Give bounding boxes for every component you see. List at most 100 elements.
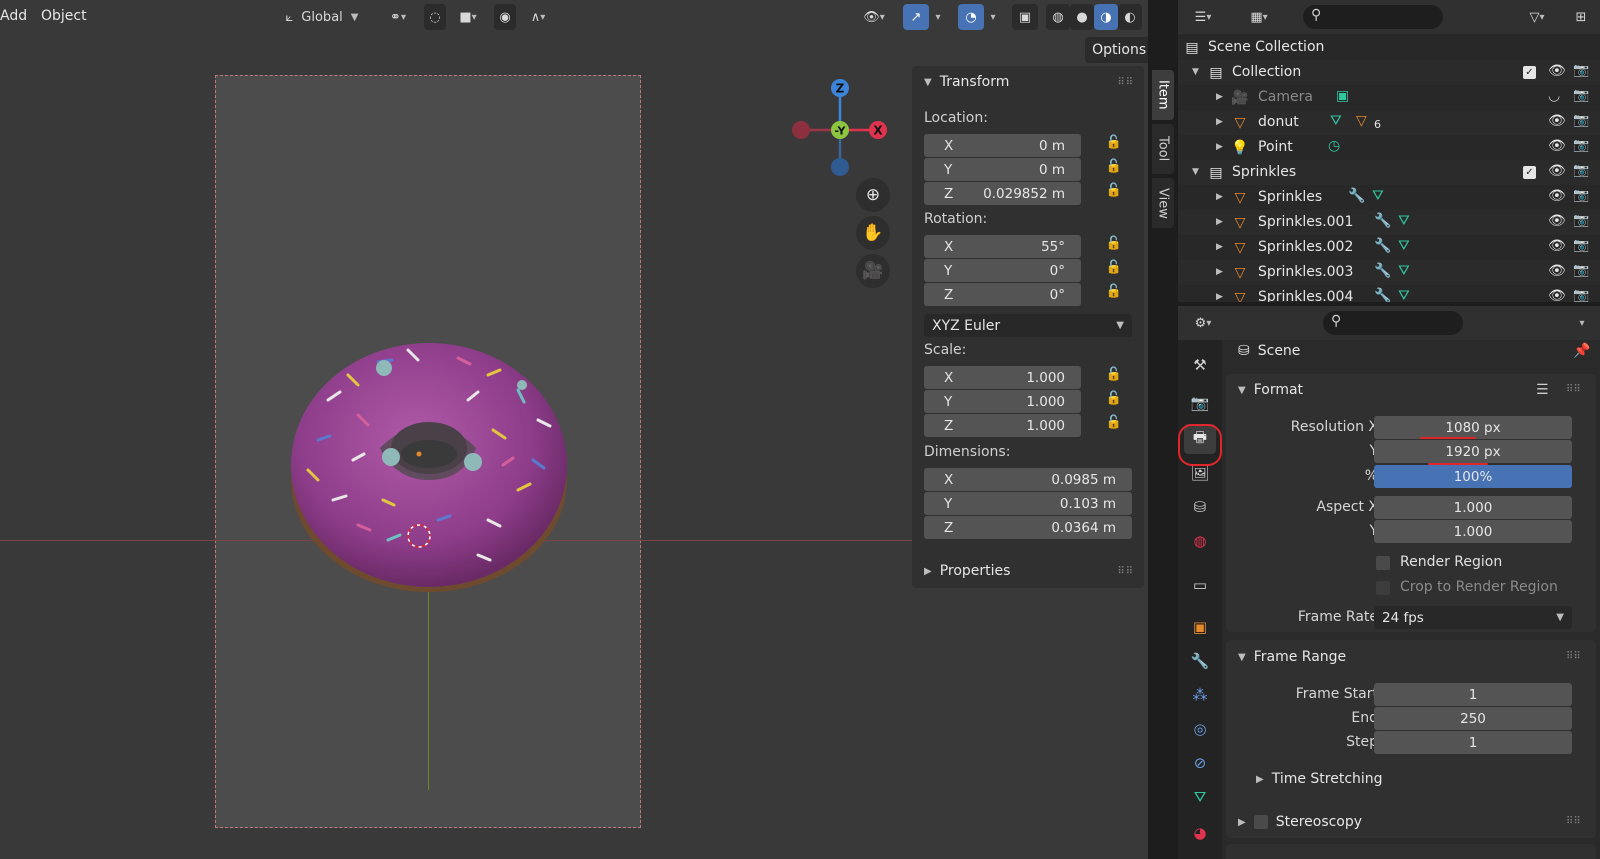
collection-tab-icon[interactable]: ▭ — [1184, 570, 1216, 600]
filter-icon[interactable]: ▽ ▾ — [1518, 4, 1556, 30]
new-collection-icon[interactable]: ⊞ — [1568, 4, 1594, 30]
resolution-x-field[interactable]: 1080 px — [1374, 416, 1572, 439]
world-tab-icon[interactable]: ◍ — [1184, 526, 1216, 556]
location-x-field[interactable]: X0 m — [924, 134, 1081, 157]
gizmo-dropdown[interactable]: ▾ — [929, 4, 947, 30]
eye-icon[interactable]: 👁 — [1548, 113, 1566, 129]
outliner-row-sprinkles-001[interactable]: ▶ ▽ Sprinkles.001 🔧 ⛛ 👁 📷 — [1178, 210, 1600, 235]
drag-grip-icon[interactable]: ⠿⠿ — [1566, 651, 1581, 662]
scale-z-field[interactable]: Z 1.000 — [924, 414, 1081, 437]
expand-icon[interactable]: ▶ — [1216, 292, 1223, 302]
lock-icon[interactable]: 🔓 — [1104, 159, 1124, 179]
lock-icon[interactable]: 🔓 — [1104, 284, 1124, 304]
lock-icon[interactable]: 🔓 — [1104, 236, 1124, 256]
rotation-mode-dropdown[interactable]: XYZ Euler ▼ — [924, 314, 1132, 337]
crop-region-checkbox[interactable] — [1376, 581, 1390, 595]
eye-icon[interactable]: 👁 — [1548, 288, 1566, 302]
scene-collection-row[interactable]: ▤ Scene Collection — [1178, 35, 1600, 60]
eye-icon[interactable]: 👁 — [1548, 213, 1566, 229]
expand-icon[interactable]: ▼ — [1192, 167, 1199, 177]
properties-search-input[interactable]: ⚲ — [1323, 311, 1463, 335]
options-dropdown[interactable]: ▾ — [1570, 310, 1594, 336]
add-menu[interactable]: Add — [0, 8, 27, 24]
camera-view-icon[interactable]: 🎥 — [856, 254, 890, 288]
lock-icon[interactable]: 🔓 — [1104, 183, 1124, 203]
object-tab-icon[interactable]: ▣ — [1184, 612, 1216, 642]
frame-start-field[interactable]: 1 — [1374, 683, 1572, 706]
solid-shading-icon[interactable]: ● — [1070, 4, 1094, 30]
material-tab-icon[interactable]: ◕ — [1184, 818, 1216, 848]
aspect-x-field[interactable]: 1.000 — [1374, 496, 1572, 519]
outliner-row-camera[interactable]: ▶ 🎥 Camera ▣ ◡ 📷 — [1178, 85, 1600, 110]
camera-render-icon[interactable]: 📷 — [1573, 188, 1589, 203]
tab-tool[interactable]: Tool — [1152, 124, 1174, 174]
tab-item[interactable]: Item — [1152, 70, 1174, 120]
stereoscopy-checkbox[interactable] — [1253, 815, 1268, 829]
transform-header[interactable]: ▼ Transform ⠿⠿ — [912, 66, 1144, 98]
options-dropdown[interactable]: Options ▼ — [1085, 37, 1148, 63]
pan-hand-icon[interactable]: ✋ — [856, 216, 890, 250]
eye-icon[interactable]: 👁 — [1548, 163, 1566, 179]
dimensions-x-field[interactable]: X 0.0985 m — [924, 468, 1132, 491]
stereoscopy-header[interactable]: ▶ Stereoscopy — [1238, 814, 1362, 830]
outliner-row-donut[interactable]: ▶ ▽ donut ⛛ ▽ 6 👁 📷 — [1178, 110, 1600, 135]
overlays-dropdown[interactable]: ▾ — [984, 4, 1002, 30]
eye-icon[interactable]: 👁 — [1548, 188, 1566, 204]
scale-y-field[interactable]: Y 1.000 — [924, 390, 1081, 413]
pin-icon[interactable]: 📌 — [1573, 343, 1590, 359]
camera-render-icon[interactable]: 📷 — [1573, 238, 1589, 253]
resolution-y-field[interactable]: 1920 px — [1374, 440, 1572, 463]
outliner-row-collection[interactable]: ▼ ▤ Collection ✓ 👁 📷 — [1178, 60, 1600, 85]
checkbox-icon[interactable]: ✓ — [1523, 66, 1536, 79]
camera-render-icon[interactable]: 📷 — [1573, 263, 1589, 278]
expand-icon[interactable]: ▶ — [1216, 92, 1223, 102]
frame-end-field[interactable]: 250 — [1374, 707, 1572, 730]
tool-tab-icon[interactable]: ⚒ — [1184, 350, 1216, 380]
camera-render-icon[interactable]: 📷 — [1573, 113, 1589, 128]
expand-icon[interactable]: ▼ — [1192, 67, 1199, 77]
gizmo-toggle-icon[interactable]: ↗ — [903, 4, 929, 30]
scale-x-field[interactable]: X 1.000 — [924, 366, 1081, 389]
expand-icon[interactable]: ▶ — [1216, 142, 1223, 152]
camera-render-icon[interactable]: 📷 — [1573, 288, 1589, 302]
rotation-x-field[interactable]: X 55° — [924, 235, 1081, 258]
expand-icon[interactable]: ▶ — [1216, 267, 1223, 277]
snap-icon[interactable]: ◌ — [424, 4, 446, 30]
location-z-field[interactable]: Z 0.029852 m — [924, 182, 1081, 205]
location-y-field[interactable]: Y0 m — [924, 158, 1081, 181]
outliner-row-sprinkles-collection[interactable]: ▼ ▤ Sprinkles ✓ 👁 📷 — [1178, 160, 1600, 185]
eye-icon[interactable]: 👁 — [1548, 138, 1566, 154]
frame-rate-dropdown[interactable]: 24 fps ▼ — [1374, 606, 1572, 629]
lock-icon[interactable]: 🔓 — [1104, 391, 1124, 411]
camera-render-icon[interactable]: 📷 — [1573, 88, 1589, 103]
eye-icon[interactable]: 👁 — [1548, 63, 1566, 79]
camera-render-icon[interactable]: 📷 — [1573, 163, 1589, 178]
outliner-row-sprinkles[interactable]: ▶ ▽ Sprinkles 🔧 ⛛ 👁 📷 — [1178, 185, 1600, 210]
aspect-y-field[interactable]: 1.000 — [1374, 520, 1572, 543]
eye-icon[interactable]: 👁 — [1548, 238, 1566, 254]
checkbox-icon[interactable]: ✓ — [1523, 166, 1536, 179]
outliner-search-input[interactable]: ⚲ — [1303, 5, 1443, 29]
xray-icon[interactable]: ▣ — [1012, 4, 1038, 30]
object-menu[interactable]: Object — [41, 8, 87, 24]
donut-object[interactable] — [288, 330, 570, 600]
camera-render-icon[interactable]: 📷 — [1573, 138, 1589, 153]
render-region-checkbox[interactable] — [1376, 556, 1390, 570]
dimensions-y-field[interactable]: Y 0.103 m — [924, 492, 1132, 515]
drag-grip-icon[interactable]: ⠿⠿ — [1117, 77, 1134, 88]
navigation-gizmo[interactable]: Z X -Y — [785, 75, 895, 185]
rotation-y-field[interactable]: Y 0° — [924, 259, 1081, 282]
wireframe-shading-icon[interactable]: ◍ — [1046, 4, 1070, 30]
properties-subpanel[interactable]: ▶ Properties ⠿⠿ — [912, 555, 1144, 587]
camera-render-icon[interactable]: 📷 — [1573, 213, 1589, 228]
physics-tab-icon[interactable]: ◎ — [1184, 714, 1216, 744]
format-header[interactable]: ▼ Format — [1238, 382, 1303, 398]
display-mode-icon[interactable]: ☰ ▾ — [1184, 4, 1222, 30]
expand-icon[interactable]: ▶ — [1216, 117, 1223, 127]
outliner-row-sprinkles-002[interactable]: ▶ ▽ Sprinkles.002 🔧 ⛛ 👁 📷 — [1178, 235, 1600, 260]
visibility-icon[interactable]: 👁 ▾ — [856, 4, 892, 30]
modifiers-wrench-icon[interactable]: 🔧 — [1184, 646, 1216, 676]
pivot-point-icon[interactable]: ⚭ ▾ — [380, 4, 416, 30]
outliner-row-sprinkles-004[interactable]: ▶ ▽ Sprinkles.004 🔧 ⛛ 👁 📷 — [1178, 285, 1600, 302]
material-preview-icon[interactable]: ◑ — [1094, 4, 1118, 30]
